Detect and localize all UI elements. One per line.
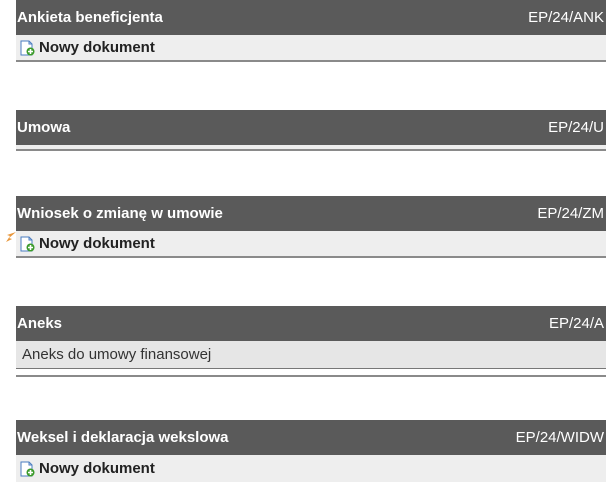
section-title: Aneks (17, 315, 63, 332)
section-code: EP/24/ZM (537, 205, 604, 222)
section-umowa: Umowa EP/24/U (16, 110, 606, 151)
new-document-link[interactable]: Nowy dokument (19, 235, 155, 252)
section-code: EP/24/A (548, 315, 604, 332)
section-body: Nowy dokument (16, 455, 606, 482)
section-aneks: Aneks EP/24/A Aneks do umowy finansowej (16, 306, 606, 377)
section-body: Aneks do umowy finansowej (16, 341, 606, 369)
section-wniosek: Wniosek o zmianę w umowie EP/24/ZM Nowy … (16, 196, 606, 258)
aneks-item-row[interactable]: Aneks do umowy finansowej (16, 341, 606, 368)
section-title: Ankieta beneficjenta (17, 9, 163, 26)
section-divider (16, 369, 606, 377)
section-header: Ankieta beneficjenta EP/24/ANK (16, 0, 606, 35)
new-document-icon (19, 40, 35, 56)
section-header: Umowa EP/24/U (16, 110, 606, 145)
section-code: EP/24/WIDW (515, 429, 604, 446)
section-body: Nowy dokument (16, 231, 606, 258)
section-ankieta: Ankieta beneficjenta EP/24/ANK Nowy doku… (16, 0, 606, 62)
section-title: Wniosek o zmianę w umowie (17, 205, 223, 222)
new-document-label: Nowy dokument (39, 235, 155, 252)
section-title: Weksel i deklaracja wekslowa (17, 429, 229, 446)
section-code: EP/24/U (548, 119, 604, 136)
section-weksel: Weksel i deklaracja wekslowa EP/24/WIDW … (16, 420, 606, 482)
new-document-icon (19, 236, 35, 252)
section-header: Aneks EP/24/A (16, 306, 606, 341)
new-document-link[interactable]: Nowy dokument (19, 460, 155, 477)
new-document-icon (19, 461, 35, 477)
aneks-item-label[interactable]: Aneks do umowy finansowej (22, 346, 211, 363)
section-code: EP/24/ANK (528, 9, 604, 26)
section-header: Weksel i deklaracja wekslowa EP/24/WIDW (16, 420, 606, 455)
new-document-label: Nowy dokument (39, 39, 155, 56)
new-document-link[interactable]: Nowy dokument (19, 39, 155, 56)
new-document-label: Nowy dokument (39, 460, 155, 477)
pointer-arrow-icon (6, 232, 16, 242)
section-header: Wniosek o zmianę w umowie EP/24/ZM (16, 196, 606, 231)
section-body: Nowy dokument (16, 35, 606, 62)
section-body (16, 145, 606, 151)
section-title: Umowa (17, 119, 71, 136)
